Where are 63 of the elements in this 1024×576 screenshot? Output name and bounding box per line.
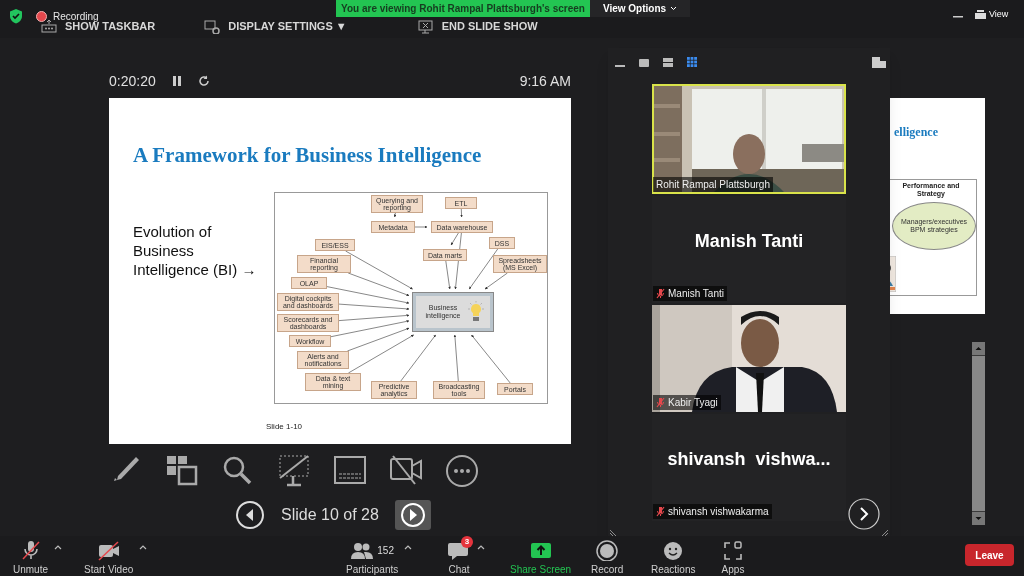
- view-icon: [975, 10, 986, 20]
- participant-name: Kabir Tyagi: [668, 396, 718, 410]
- view-button[interactable]: View: [975, 8, 1009, 22]
- record-icon: [595, 539, 620, 561]
- grid-icon[interactable]: [686, 56, 698, 68]
- participant-display-name: Manish Tanti: [693, 230, 805, 253]
- slides-icon[interactable]: [165, 454, 199, 488]
- scroll-down-icon[interactable]: [972, 512, 985, 525]
- slide-title: A Framework for Business Intelligence: [133, 142, 482, 169]
- monitor-off-icon[interactable]: [277, 454, 311, 488]
- participant-name: shivansh vishwakarma: [668, 505, 769, 519]
- slide-title: elligence: [894, 124, 938, 141]
- slide-number-label: Slide 1-10: [266, 421, 303, 433]
- slideshow-icon: [416, 18, 434, 34]
- caret-icon[interactable]: [139, 544, 148, 550]
- next-page-icon[interactable]: [848, 498, 880, 530]
- reload-icon[interactable]: [197, 75, 210, 87]
- play-icon: [399, 502, 426, 528]
- toolbar-button[interactable]: 3 Chat: [447, 536, 471, 576]
- scrollbar-thumb[interactable]: [972, 356, 985, 511]
- strip-view-icon[interactable]: [662, 56, 674, 68]
- scrollbar[interactable]: [972, 342, 985, 525]
- scroll-up-icon[interactable]: [972, 342, 985, 355]
- pop-out-icon[interactable]: [872, 56, 886, 68]
- caret-icon[interactable]: [477, 544, 485, 550]
- toolbar-button[interactable]: Start Video: [84, 536, 134, 576]
- toolbar-button[interactable]: 152 Participants: [346, 536, 399, 576]
- pause-icon[interactable]: [171, 75, 182, 87]
- minimize-icon[interactable]: [953, 16, 963, 19]
- toolbar-button[interactable]: Share Screen: [510, 536, 572, 576]
- slide-text: Evolution of Business Intelligence (BI) →: [133, 222, 258, 279]
- toolbar-button[interactable]: Apps: [721, 536, 745, 576]
- recording-icon: [36, 11, 47, 22]
- chevron-icon: [670, 6, 678, 11]
- participant-name: Rohit Rampal Plattsburgh: [656, 178, 770, 192]
- clock-label: 9:16 AM: [519, 71, 571, 91]
- speaker-view-icon[interactable]: [638, 56, 650, 68]
- camera-off-icon: [96, 539, 121, 561]
- caret-icon[interactable]: [404, 544, 413, 550]
- slide-counter-label: Slide 10 of 28: [281, 505, 379, 525]
- participant-display-name: shivansh vishwa...: [666, 448, 832, 471]
- toolbar-button[interactable]: Unmute: [13, 536, 48, 576]
- apps-icon: [721, 539, 745, 561]
- slideshow-control-button[interactable]: DISPLAY SETTINGS ▼: [203, 18, 347, 35]
- timer-label: 0:20:20: [109, 71, 156, 91]
- previous-slide-icon[interactable]: [235, 500, 265, 530]
- next-slide-button[interactable]: [394, 500, 431, 530]
- arrow: [393, 212, 397, 218]
- slideshow-control-button[interactable]: END SLIDE SHOW: [416, 18, 538, 35]
- viewing-banner: You are viewing Rohit Rampal Plattsburgh's screen: [336, 0, 590, 17]
- light-bulb-icon: [467, 301, 485, 323]
- recording-label: Recording: [53, 10, 99, 22]
- caret-icon[interactable]: [54, 544, 62, 550]
- toolbar-button[interactable]: Record: [591, 536, 624, 576]
- more-icon[interactable]: [445, 454, 479, 488]
- leave-button[interactable]: Leave: [965, 544, 1014, 566]
- shield-icon[interactable]: [9, 8, 23, 24]
- participant-name: Manish Tanti: [668, 287, 724, 301]
- view-options-button[interactable]: View Options: [590, 0, 690, 17]
- notification-badge: 3: [461, 536, 473, 548]
- display-settings-icon: [203, 18, 221, 34]
- toolbar-button[interactable]: Reactions: [651, 536, 696, 576]
- participant-count: 152: [377, 543, 394, 558]
